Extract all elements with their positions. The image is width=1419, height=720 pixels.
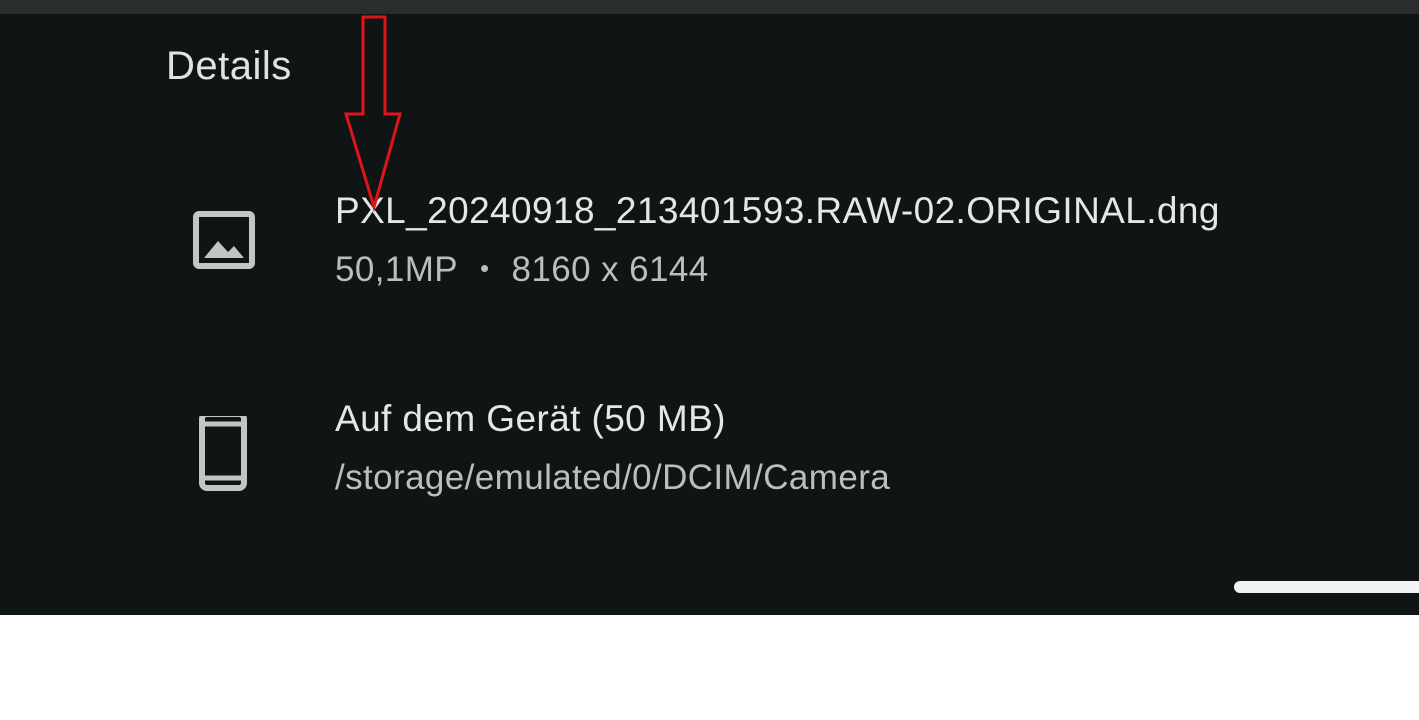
home-indicator[interactable]: [1234, 581, 1419, 593]
storage-location: Auf dem Gerät (50 MB): [335, 398, 726, 439]
resolution: 8160 x 6144: [511, 250, 709, 289]
details-title: Details: [166, 44, 292, 88]
image-icon: [192, 208, 256, 288]
megapixels: 50,1MP: [335, 250, 459, 289]
file-specs: 50,1MP • 8160 x 6144: [335, 250, 709, 290]
separator-dot: •: [480, 253, 490, 283]
file-info-row: PXL_20240918_213401593.RAW-02.ORIGINAL.d…: [0, 190, 1419, 300]
file-name: PXL_20240918_213401593.RAW-02.ORIGINAL.d…: [335, 190, 1220, 231]
phone-icon: [192, 411, 256, 496]
annotation-arrow-icon: [340, 12, 410, 213]
storage-path: /storage/emulated/0/DCIM/Camera: [335, 458, 891, 497]
storage-info-row: Auf dem Gerät (50 MB) /storage/emulated/…: [0, 398, 1419, 508]
details-screen: Details PXL_20240918_213401593.RAW-02.OR…: [0, 0, 1419, 615]
top-edge: [0, 0, 1419, 14]
